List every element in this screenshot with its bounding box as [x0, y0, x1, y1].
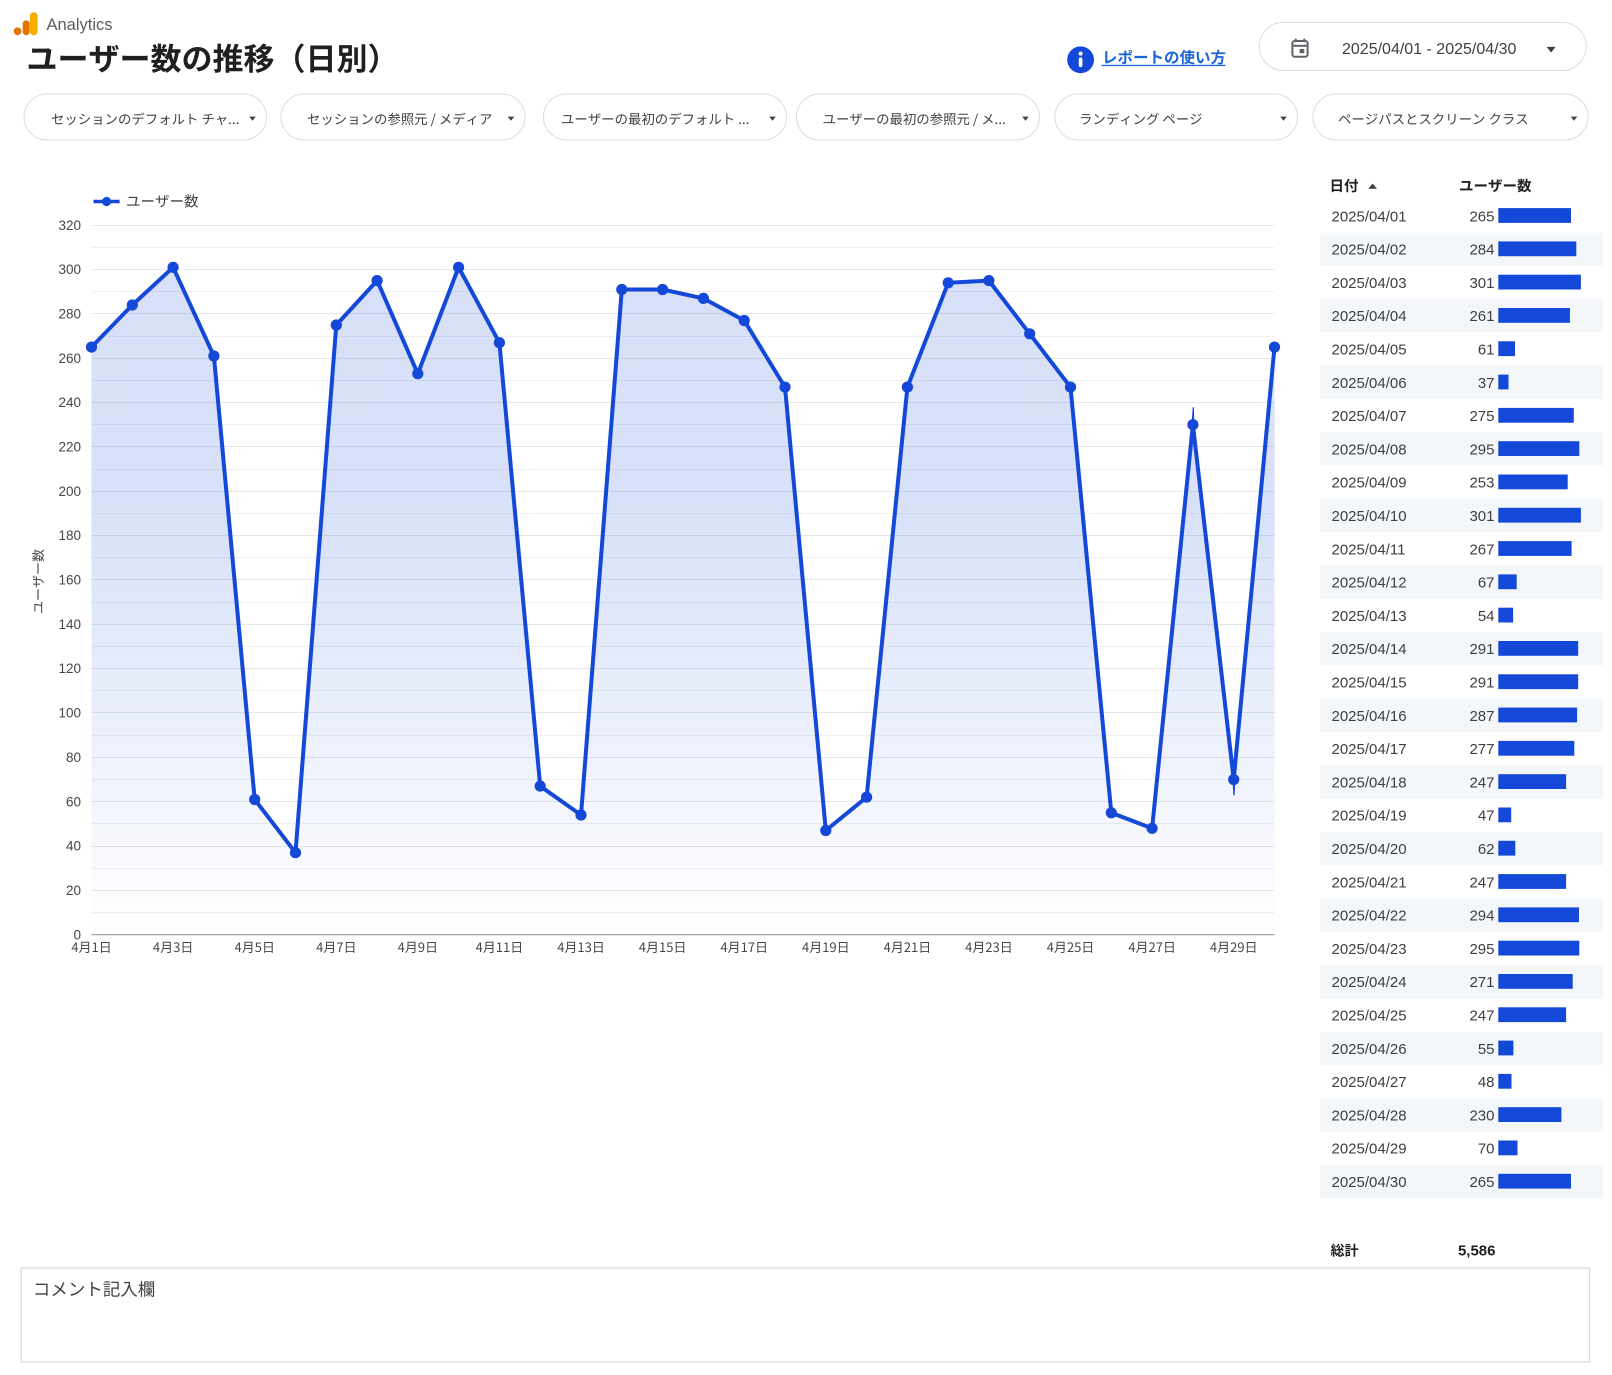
svg-text:2025/04/05: 2025/04/05: [1332, 342, 1407, 359]
svg-text:271: 271: [1469, 974, 1494, 991]
svg-text:48: 48: [1478, 1074, 1495, 1091]
svg-text:2025/04/07: 2025/04/07: [1332, 408, 1407, 425]
svg-text:287: 287: [1469, 708, 1494, 725]
svg-text:2025/04/02: 2025/04/02: [1332, 242, 1407, 259]
svg-text:54: 54: [1478, 608, 1495, 625]
svg-text:61: 61: [1478, 342, 1495, 359]
svg-text:37: 37: [1478, 375, 1495, 392]
svg-text:2025/04/22: 2025/04/22: [1332, 908, 1407, 925]
svg-text:2025/04/25: 2025/04/25: [1332, 1008, 1407, 1025]
svg-text:2025/04/27: 2025/04/27: [1332, 1074, 1407, 1091]
svg-text:47: 47: [1478, 808, 1495, 825]
svg-text:2025/04/23: 2025/04/23: [1332, 941, 1407, 958]
svg-text:265: 265: [1469, 208, 1494, 225]
svg-text:2025/04/09: 2025/04/09: [1332, 475, 1407, 492]
svg-text:40: 40: [66, 839, 81, 854]
svg-text:280: 280: [58, 307, 81, 322]
svg-text:2025/04/15: 2025/04/15: [1332, 675, 1407, 692]
svg-text:300: 300: [58, 262, 81, 277]
svg-text:2025/04/04: 2025/04/04: [1332, 308, 1407, 325]
svg-text:294: 294: [1469, 908, 1494, 925]
svg-text:301: 301: [1469, 275, 1494, 292]
svg-text:2025/04/20: 2025/04/20: [1332, 841, 1407, 858]
svg-text:2025/04/14: 2025/04/14: [1332, 641, 1407, 658]
svg-text:2025/04/17: 2025/04/17: [1332, 741, 1407, 758]
svg-text:277: 277: [1469, 741, 1494, 758]
svg-text:160: 160: [58, 573, 81, 588]
svg-text:261: 261: [1469, 308, 1494, 325]
svg-text:320: 320: [58, 218, 81, 233]
svg-text:180: 180: [58, 528, 81, 543]
svg-text:2025/04/21: 2025/04/21: [1332, 874, 1407, 891]
svg-text:2025/04/03: 2025/04/03: [1332, 275, 1407, 292]
svg-text:291: 291: [1469, 641, 1494, 658]
svg-text:253: 253: [1469, 475, 1494, 492]
svg-text:260: 260: [58, 351, 81, 366]
svg-text:247: 247: [1469, 774, 1494, 791]
svg-text:2025/04/24: 2025/04/24: [1332, 974, 1407, 991]
svg-text:2025/04/01: 2025/04/01: [1332, 208, 1407, 225]
svg-text:2025/04/19: 2025/04/19: [1332, 808, 1407, 825]
svg-text:240: 240: [58, 395, 81, 410]
svg-text:247: 247: [1469, 874, 1494, 891]
svg-text:2025/04/08: 2025/04/08: [1332, 441, 1407, 458]
svg-text:301: 301: [1469, 508, 1494, 525]
svg-text:Analytics: Analytics: [47, 16, 113, 34]
svg-text:20: 20: [66, 883, 81, 898]
svg-text:265: 265: [1469, 1174, 1494, 1191]
svg-text:100: 100: [58, 706, 81, 721]
svg-text:284: 284: [1469, 242, 1494, 259]
svg-text:140: 140: [58, 617, 81, 632]
svg-text:2025/04/28: 2025/04/28: [1332, 1107, 1407, 1124]
svg-text:291: 291: [1469, 675, 1494, 692]
svg-text:2025/04/06: 2025/04/06: [1332, 375, 1407, 392]
svg-text:55: 55: [1478, 1041, 1495, 1058]
svg-text:2025/04/11: 2025/04/11: [1332, 541, 1406, 558]
svg-text:2025/04/26: 2025/04/26: [1332, 1041, 1407, 1058]
svg-text:200: 200: [58, 484, 81, 499]
svg-text:5,586: 5,586: [1458, 1243, 1496, 1260]
svg-text:220: 220: [58, 440, 81, 455]
svg-text:2025/04/01 - 2025/04/30: 2025/04/01 - 2025/04/30: [1342, 41, 1516, 58]
svg-text:295: 295: [1469, 441, 1494, 458]
svg-text:275: 275: [1469, 408, 1494, 425]
svg-text:2025/04/29: 2025/04/29: [1332, 1141, 1407, 1158]
svg-text:62: 62: [1478, 841, 1495, 858]
svg-text:2025/04/18: 2025/04/18: [1332, 774, 1407, 791]
svg-text:2025/04/30: 2025/04/30: [1332, 1174, 1407, 1191]
svg-text:247: 247: [1469, 1008, 1494, 1025]
svg-text:120: 120: [58, 661, 81, 676]
svg-text:230: 230: [1469, 1107, 1494, 1124]
svg-text:60: 60: [66, 794, 81, 809]
svg-text:80: 80: [66, 750, 81, 765]
svg-text:0: 0: [73, 927, 81, 942]
svg-text:2025/04/16: 2025/04/16: [1332, 708, 1407, 725]
svg-text:70: 70: [1478, 1141, 1495, 1158]
svg-text:2025/04/10: 2025/04/10: [1332, 508, 1407, 525]
svg-text:2025/04/12: 2025/04/12: [1332, 575, 1407, 592]
svg-text:295: 295: [1469, 941, 1494, 958]
svg-text:267: 267: [1469, 541, 1494, 558]
svg-text:2025/04/13: 2025/04/13: [1332, 608, 1407, 625]
svg-text:67: 67: [1478, 575, 1495, 592]
